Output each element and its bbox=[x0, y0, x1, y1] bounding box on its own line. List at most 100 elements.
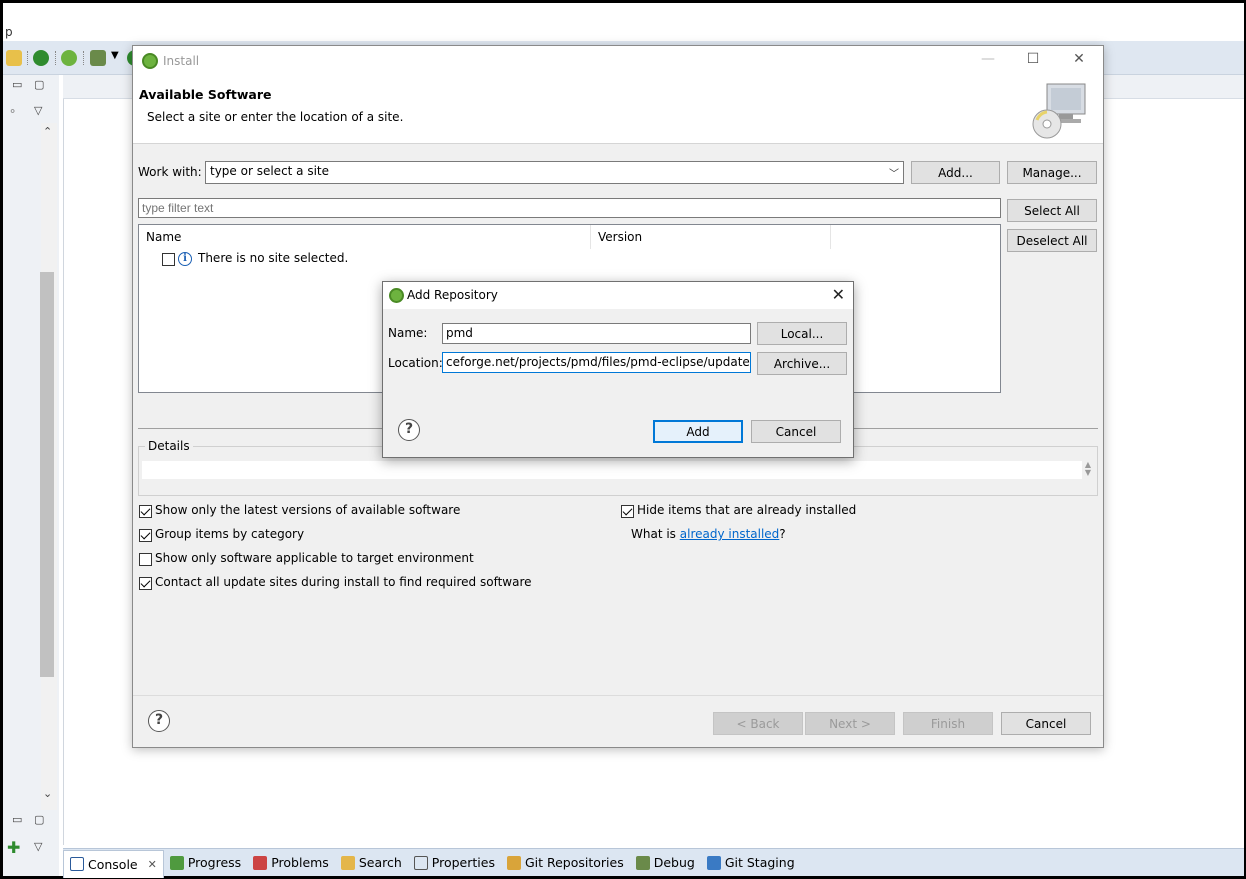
chevron-down-icon[interactable]: ▼ bbox=[111, 50, 119, 61]
target-environment-checkbox[interactable] bbox=[139, 553, 152, 566]
progress-icon bbox=[169, 855, 184, 870]
minimize-icon[interactable]: ▭ bbox=[12, 78, 22, 91]
add-icon[interactable]: ✚ bbox=[7, 838, 20, 857]
view-menu-icon[interactable]: ▽ bbox=[34, 840, 42, 853]
close-icon[interactable]: ✕ bbox=[1064, 51, 1094, 67]
group-by-category-checkbox[interactable] bbox=[139, 529, 152, 542]
properties-icon bbox=[413, 855, 428, 870]
maximize-icon[interactable]: ▢ bbox=[34, 78, 44, 91]
column-header-version[interactable]: Version bbox=[591, 225, 831, 249]
latest-versions-checkbox[interactable] bbox=[139, 505, 152, 518]
minimize-icon[interactable]: — bbox=[973, 51, 1003, 67]
close-icon[interactable]: ✕ bbox=[832, 285, 845, 304]
work-with-combo[interactable]: type or select a site ﹀ bbox=[205, 161, 904, 184]
location-field[interactable]: ceforge.net/projects/pmd/files/pmd-eclip… bbox=[442, 352, 751, 373]
help-icon[interactable]: ? bbox=[398, 419, 420, 441]
contact-sites-label[interactable]: Contact all update sites during install … bbox=[155, 575, 532, 589]
name-field[interactable]: pmd bbox=[442, 323, 751, 344]
location-label: Location: bbox=[388, 356, 443, 370]
collapse-icon[interactable]: ⚬ bbox=[8, 105, 17, 118]
toolbar-separator bbox=[83, 51, 84, 65]
view-menu-icon[interactable]: ▽ bbox=[34, 104, 42, 117]
tab-debug[interactable]: Debug bbox=[630, 850, 701, 876]
git-repositories-icon bbox=[506, 855, 521, 870]
local-button[interactable]: Local... bbox=[757, 322, 847, 345]
scrollbar-thumb[interactable] bbox=[40, 272, 54, 677]
close-icon[interactable]: ✕ bbox=[148, 858, 157, 871]
empty-message: There is no site selected. bbox=[198, 251, 349, 265]
column-header-name[interactable]: Name bbox=[139, 225, 591, 249]
finish-button[interactable]: Finish bbox=[903, 712, 993, 735]
spring-boot-start-icon[interactable] bbox=[33, 50, 49, 66]
contact-sites-checkbox[interactable] bbox=[139, 577, 152, 590]
refactor-icon[interactable] bbox=[6, 50, 22, 66]
select-all-button[interactable]: Select All bbox=[1007, 199, 1097, 222]
footer-divider bbox=[133, 695, 1103, 696]
tab-label: Progress bbox=[187, 855, 242, 870]
details-label: Details bbox=[145, 439, 193, 453]
manage-button[interactable]: Manage... bbox=[1007, 161, 1097, 184]
details-text bbox=[142, 461, 1082, 479]
cancel-button[interactable]: Cancel bbox=[751, 420, 841, 443]
bottom-left-panel: ▭ ▢ ✚ ▽ bbox=[3, 810, 59, 876]
minimize-icon[interactable]: ▭ bbox=[12, 813, 22, 826]
help-icon[interactable]: ? bbox=[148, 710, 170, 732]
tab-label: Properties bbox=[431, 855, 495, 870]
latest-versions-label[interactable]: Show only the latest versions of availab… bbox=[155, 503, 460, 517]
target-environment-label[interactable]: Show only software applicable to target … bbox=[155, 551, 474, 565]
filter-input[interactable] bbox=[138, 198, 1001, 218]
tab-label: Git Repositories bbox=[524, 855, 624, 870]
page-title: Available Software bbox=[139, 87, 272, 102]
add-button[interactable]: Add bbox=[653, 420, 743, 443]
deselect-all-button[interactable]: Deselect All bbox=[1007, 229, 1097, 252]
cancel-button[interactable]: Cancel bbox=[1001, 712, 1091, 735]
name-label: Name: bbox=[388, 326, 428, 340]
debug-icon bbox=[635, 855, 650, 870]
problems-icon bbox=[253, 855, 268, 870]
tab-console[interactable]: Console ✕ bbox=[63, 849, 164, 878]
tab-label: Problems bbox=[271, 855, 329, 870]
dialog-title: Add Repository bbox=[407, 288, 498, 302]
console-icon bbox=[70, 857, 84, 871]
hide-installed-label[interactable]: Hide items that are already installed bbox=[637, 503, 856, 517]
chevron-down-icon[interactable]: ﹀ bbox=[889, 165, 899, 180]
tab-label: Debug bbox=[653, 855, 695, 870]
tab-label: Console bbox=[88, 856, 138, 872]
tab-label: Git Staging bbox=[724, 855, 795, 870]
work-with-value: type or select a site bbox=[210, 164, 330, 178]
archive-button[interactable]: Archive... bbox=[757, 352, 847, 375]
tab-properties[interactable]: Properties bbox=[408, 850, 501, 876]
what-is-prefix: What is bbox=[631, 527, 680, 541]
item-checkbox[interactable] bbox=[162, 253, 175, 266]
spring-leaf-icon bbox=[389, 288, 404, 303]
scroll-up-icon[interactable]: ⌃ bbox=[43, 125, 52, 138]
dialog-title: Install bbox=[163, 54, 200, 68]
what-is-suffix: ? bbox=[779, 527, 786, 541]
tab-progress[interactable]: Progress bbox=[164, 850, 247, 876]
details-scroll-icon[interactable]: ▲ ▼ bbox=[1085, 461, 1091, 477]
work-with-label: Work with: bbox=[138, 165, 202, 179]
toolbar-separator bbox=[27, 51, 28, 65]
tab-label: Search bbox=[358, 855, 402, 870]
tab-problems[interactable]: Problems bbox=[247, 850, 335, 876]
spring-relaunch-icon[interactable] bbox=[61, 50, 77, 66]
wizard-header: Available Software Select a site or ente… bbox=[133, 76, 1103, 144]
tab-git-repositories[interactable]: Git Repositories bbox=[501, 850, 630, 876]
already-installed-link[interactable]: already installed bbox=[680, 527, 780, 541]
bottom-view-tabs: Console ✕ Progress Problems Search Prope… bbox=[63, 848, 1244, 878]
maximize-icon[interactable]: ☐ bbox=[1018, 51, 1048, 67]
hide-installed-checkbox[interactable] bbox=[621, 505, 634, 518]
next-button[interactable]: Next > bbox=[805, 712, 895, 735]
add-repository-dialog: Add Repository ✕ Name: pmd Local... Loca… bbox=[382, 281, 854, 458]
tab-git-staging[interactable]: Git Staging bbox=[701, 850, 801, 876]
scroll-down-icon[interactable]: ⌄ bbox=[43, 787, 52, 800]
install-software-icon bbox=[1032, 83, 1086, 139]
add-site-button[interactable]: Add... bbox=[911, 161, 1000, 184]
menu-bar: p bbox=[3, 3, 1244, 41]
back-button[interactable]: < Back bbox=[713, 712, 803, 735]
debug-icon[interactable] bbox=[90, 50, 106, 66]
group-by-category-label[interactable]: Group items by category bbox=[155, 527, 304, 541]
tab-search[interactable]: Search bbox=[335, 850, 408, 876]
menu-fragment: p bbox=[5, 25, 13, 39]
maximize-icon[interactable]: ▢ bbox=[34, 813, 44, 826]
